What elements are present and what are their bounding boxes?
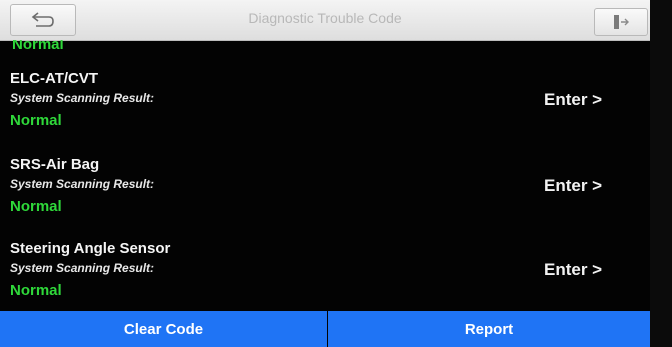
exit-button[interactable] — [594, 8, 648, 36]
exit-icon — [614, 15, 629, 29]
screen-edge — [650, 0, 672, 347]
status-text: Normal — [10, 112, 62, 129]
list-item[interactable]: ELC-AT/CVT System Scanning Result: Norma… — [0, 70, 650, 156]
list-item[interactable]: SRS-Air Bag System Scanning Result: Norm… — [0, 156, 650, 242]
clear-code-button[interactable]: Clear Code — [0, 311, 327, 347]
diagnostic-screen: Diagnostic Trouble Code Normal ELC-AT/CV… — [0, 0, 672, 347]
enter-button[interactable]: Enter > — [544, 90, 602, 110]
result-label: System Scanning Result: — [10, 261, 155, 275]
system-name: ELC-AT/CVT — [10, 70, 99, 87]
result-label: System Scanning Result: — [10, 177, 155, 191]
previous-item-status: Normal — [12, 40, 64, 53]
system-name: SRS-Air Bag — [10, 156, 100, 173]
enter-button[interactable]: Enter > — [544, 176, 602, 196]
header-bar: Diagnostic Trouble Code — [0, 0, 650, 41]
page-title: Diagnostic Trouble Code — [248, 10, 402, 26]
status-text: Normal — [10, 198, 62, 215]
status-text: Normal — [10, 282, 62, 299]
enter-button[interactable]: Enter > — [544, 260, 602, 280]
system-name: Steering Angle Sensor — [10, 240, 171, 257]
system-list[interactable]: Normal ELC-AT/CVT System Scanning Result… — [0, 40, 650, 310]
list-item[interactable]: Steering Angle Sensor System Scanning Re… — [0, 240, 650, 310]
result-label: System Scanning Result: — [10, 91, 155, 105]
bottom-button-bar: Clear Code Report — [0, 311, 650, 347]
report-button[interactable]: Report — [328, 311, 650, 347]
